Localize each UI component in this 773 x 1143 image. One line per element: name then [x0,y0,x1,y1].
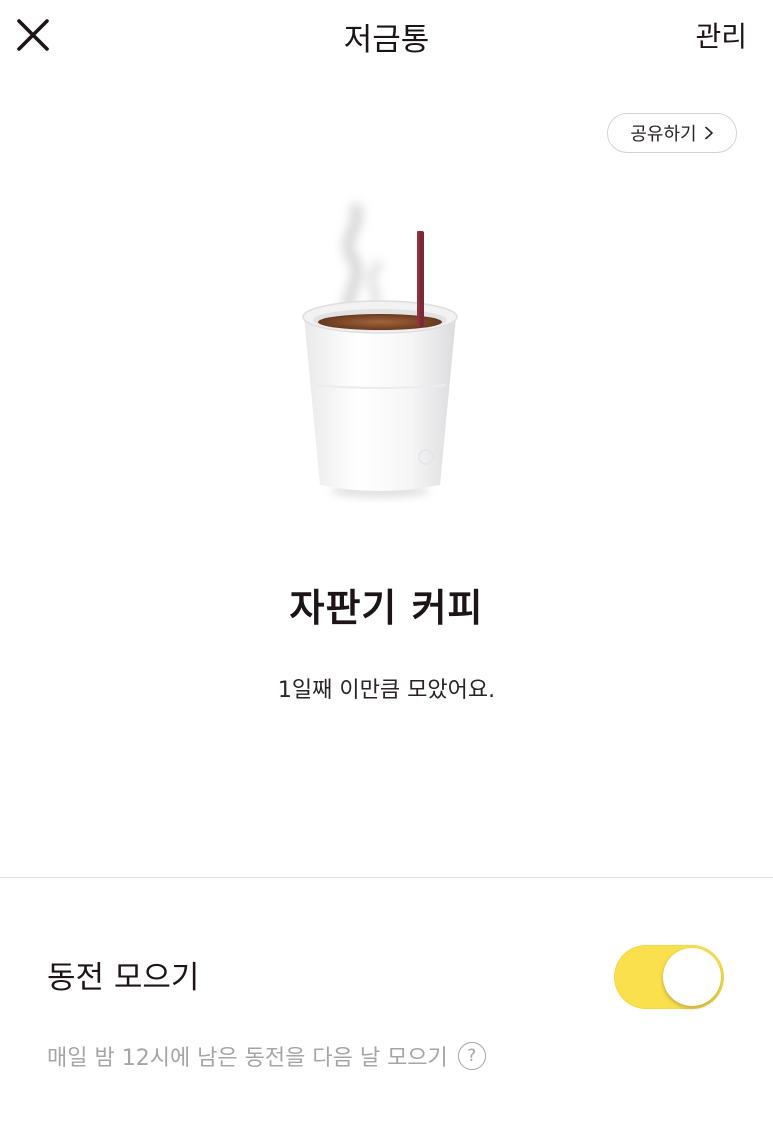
coin-collect-description: 매일 밤 12시에 남은 동전을 다음 날 모으기 ? [47,1040,486,1072]
share-label: 공유하기 [630,124,697,145]
coin-collect-label: 동전 모으기 [47,960,200,996]
coin-collect-toggle[interactable] [614,945,724,1009]
goal-progress-text: 1일째 이만큼 모았어요. [277,678,496,703]
page-title: 저금통 [343,22,430,58]
coin-collect-description-text: 매일 밤 12시에 남은 동전을 다음 날 모으기 [47,1046,448,1071]
top-bar: 저금통 관리 [0,0,773,72]
close-button[interactable] [10,12,56,58]
help-icon[interactable]: ? [457,1042,486,1070]
toggle-knob [663,948,721,1006]
section-divider [0,877,773,878]
manage-button[interactable]: 관리 [695,15,747,55]
close-icon [17,19,49,51]
piggy-bank-screen: 저금통 관리 공유하기 자판기 커피 1일째 이만큼 모았어요. 동전 모으기 … [0,0,773,1143]
share-button[interactable]: 공유하기 [607,113,737,153]
chevron-right-icon [704,126,714,140]
goal-title: 자판기 커피 [289,586,484,630]
coffee-cup-illustration [290,195,470,505]
